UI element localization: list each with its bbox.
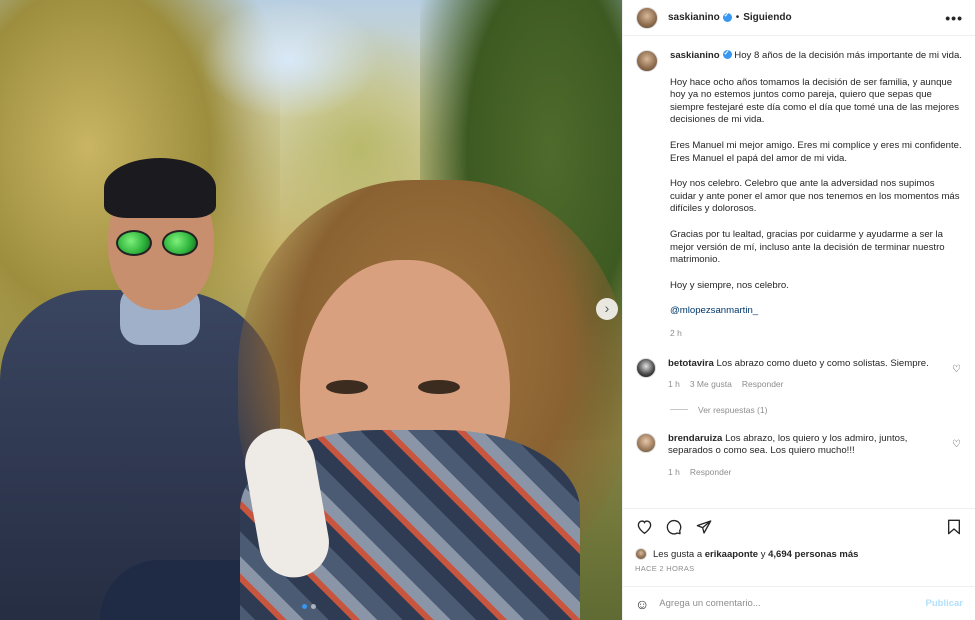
photo-man-hair	[104, 158, 216, 218]
comment-reply-button[interactable]: Responder	[690, 466, 732, 479]
likes-text: Les gusta a erikaaponte y 4,694 personas…	[653, 549, 858, 560]
comment-body: betotavira Los abrazo como dueto y como …	[668, 358, 963, 391]
comment-meta: 1 h 3 Me gusta Responder	[668, 378, 945, 391]
post-photo[interactable]: ›	[0, 0, 622, 620]
publish-button[interactable]: Publicar	[926, 598, 964, 609]
caption-paragraph: Hoy nos celebro. Celebro que ante la adv…	[670, 178, 960, 215]
post-modal: › saskianino • Siguiendo ••• saskianino …	[0, 0, 975, 620]
comment-item: brendaruiza Los abrazo, los quiero y los…	[636, 432, 963, 479]
add-comment-bar: ☺ Publicar	[623, 586, 975, 620]
likes-others-link[interactable]: 4,694 personas más	[768, 549, 858, 560]
likes-prefix: Les gusta a	[653, 548, 703, 560]
carousel-indicator	[302, 604, 316, 609]
comment-meta: 1 h Responder	[668, 466, 945, 479]
caption-paragraph: Hoy y siempre, nos celebro.	[670, 279, 789, 291]
caption-first-line: saskianino Hoy 8 años de la decisión más…	[670, 48, 963, 63]
view-replies-button[interactable]: Ver respuestas (1)	[670, 405, 963, 415]
comment-avatar[interactable]	[636, 432, 656, 453]
comment-reply-button[interactable]: Responder	[742, 378, 784, 391]
comment-item: betotavira Los abrazo como dueto y como …	[636, 357, 963, 391]
more-options-icon[interactable]: •••	[945, 10, 963, 26]
liker-avatar[interactable]	[635, 548, 647, 560]
photo-sunglasses-left	[116, 230, 152, 256]
caption-author-avatar[interactable]	[636, 50, 658, 72]
caption-headline: Hoy 8 años de la decisión más importante…	[734, 50, 962, 61]
caption-paragraph: Gracias por tu lealtad, gracias por cuid…	[670, 228, 945, 266]
carousel-dot-active	[302, 604, 307, 609]
comment-text: Los abrazo como dueto y como solistas. S…	[716, 357, 929, 369]
likes-connector: y	[760, 548, 766, 560]
verified-badge-icon	[722, 11, 732, 22]
post-timestamp[interactable]: HACE 2 HORAS	[623, 564, 975, 580]
post-caption: saskianino Hoy 8 años de la decisión más…	[636, 48, 963, 340]
photo-woman-eye-right	[418, 380, 460, 394]
author-username[interactable]: saskianino	[668, 12, 720, 23]
photo-sunglasses-right	[162, 230, 198, 256]
caption-body: saskianino Hoy 8 años de la decisión más…	[670, 48, 963, 340]
header-separator: •	[735, 12, 740, 23]
caption-paragraph: Eres Manuel mi mejor amigo. Eres mi comp…	[670, 139, 962, 164]
caption-verified-badge-icon	[722, 48, 732, 61]
heart-icon[interactable]	[635, 518, 653, 536]
post-actions-bar	[623, 508, 975, 544]
post-header: saskianino • Siguiendo •••	[623, 0, 975, 36]
author-avatar[interactable]	[636, 6, 658, 29]
comment-body: brendaruiza Los abrazo, los quiero y los…	[668, 433, 963, 479]
comment-username[interactable]: brendaruiza	[668, 433, 722, 444]
emoji-icon[interactable]: ☺	[635, 596, 649, 612]
likes-summary: Les gusta a erikaaponte y 4,694 personas…	[623, 544, 975, 564]
photo-woman-eye-left	[326, 380, 368, 394]
caption-timestamp[interactable]: 2 h	[670, 327, 963, 340]
comments-scroll-area[interactable]: saskianino Hoy 8 años de la decisión más…	[623, 36, 975, 508]
bookmark-icon[interactable]	[945, 518, 963, 536]
comment-like-heart-icon[interactable]: ♡	[952, 439, 961, 450]
caption-paragraph: Hoy hace ocho años tomamos la decisión d…	[670, 76, 960, 126]
comment-like-heart-icon[interactable]: ♡	[952, 364, 961, 375]
comment-input[interactable]	[659, 598, 926, 609]
view-replies-label: Ver respuestas (1)	[698, 404, 768, 415]
comment-avatar[interactable]	[636, 357, 656, 378]
comment-likes-count[interactable]: 3 Me gusta	[690, 378, 732, 391]
photo-sky	[200, 0, 380, 120]
comment-time[interactable]: 1 h	[668, 466, 680, 479]
following-button[interactable]: Siguiendo	[743, 12, 791, 23]
comment-icon[interactable]	[665, 518, 683, 536]
comment-username[interactable]: betotavira	[668, 358, 714, 369]
carousel-next-button[interactable]: ›	[596, 298, 618, 320]
caption-author-username[interactable]: saskianino	[670, 50, 720, 61]
likes-user-link[interactable]: erikaaponte	[705, 549, 758, 560]
caption-mention-link[interactable]: @mlopezsanmartin_	[670, 305, 758, 316]
post-details-panel: saskianino • Siguiendo ••• saskianino Ho…	[622, 0, 975, 620]
replies-line	[670, 409, 688, 411]
carousel-dot	[311, 604, 316, 609]
send-icon[interactable]	[695, 518, 713, 536]
comment-time[interactable]: 1 h	[668, 378, 680, 391]
